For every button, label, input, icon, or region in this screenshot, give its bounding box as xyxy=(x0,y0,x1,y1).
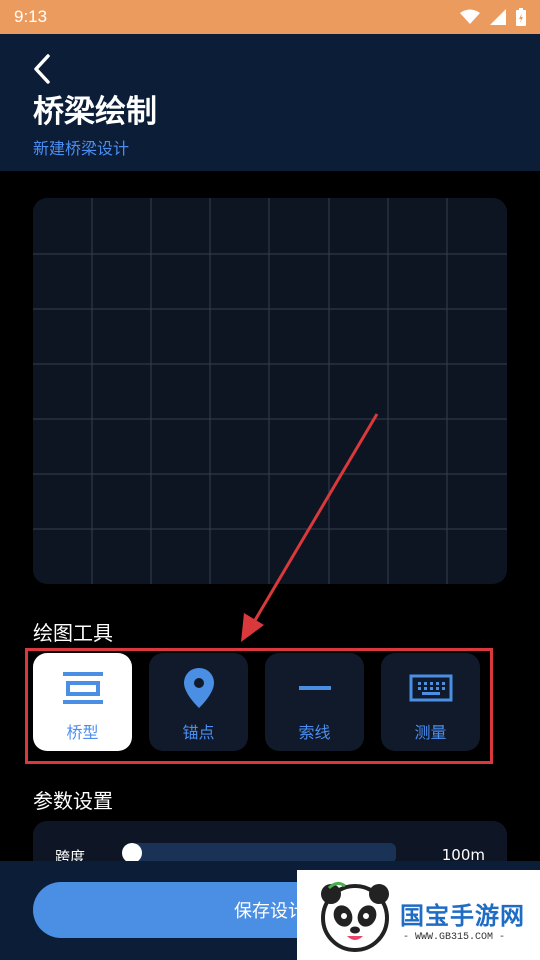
watermark: 国宝手游网 - WWW.GB315.COM - xyxy=(297,870,540,960)
annotation-arrow xyxy=(241,413,379,642)
panda-logo-icon xyxy=(321,881,389,952)
span-slider-track[interactable] xyxy=(131,843,396,863)
span-slider-handle[interactable] xyxy=(122,843,142,863)
params-section-title: 参数设置 xyxy=(33,789,113,813)
watermark-url: - WWW.GB315.COM - xyxy=(403,932,506,943)
watermark-brand: 国宝手游网 xyxy=(400,902,525,930)
